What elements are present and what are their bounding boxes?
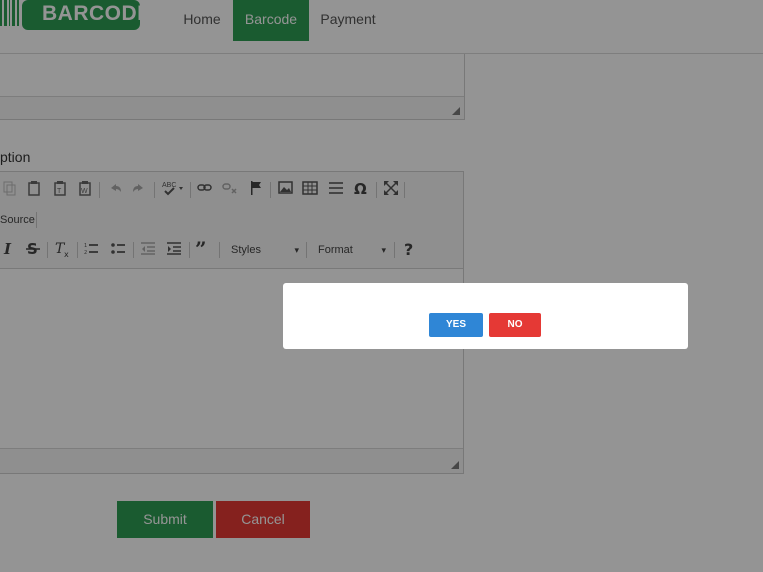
yes-button[interactable]: YES — [429, 313, 483, 337]
no-button[interactable]: NO — [489, 313, 541, 337]
confirm-dialog: YES NO — [283, 283, 688, 349]
